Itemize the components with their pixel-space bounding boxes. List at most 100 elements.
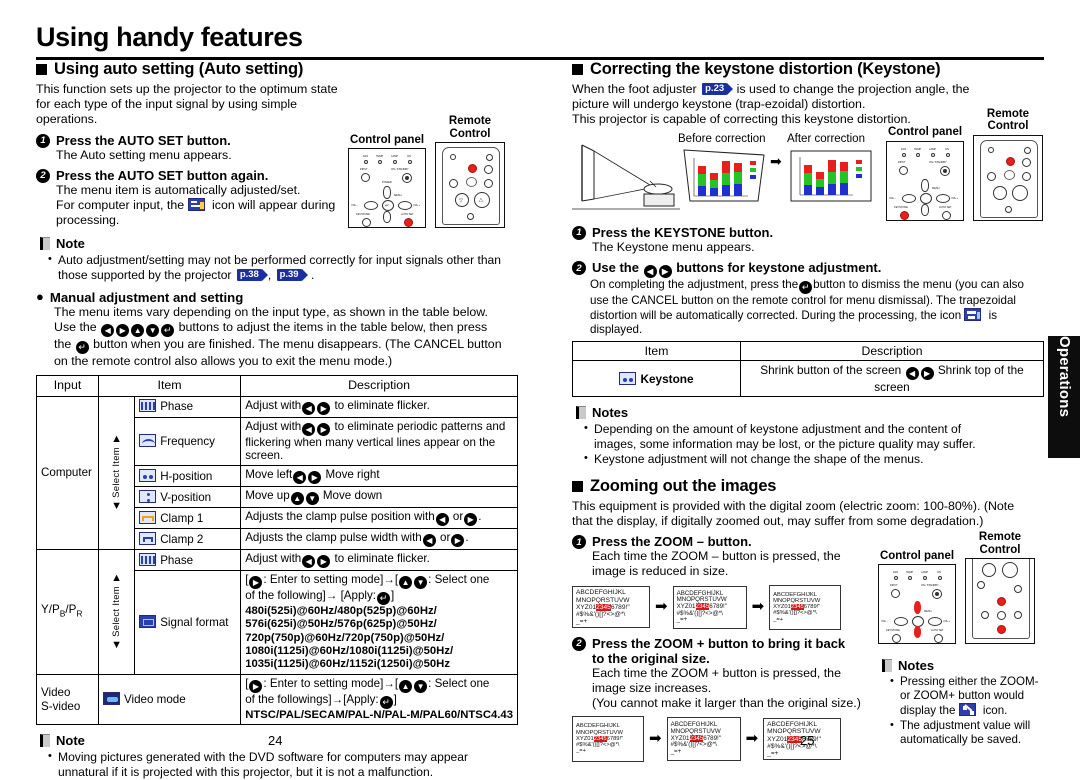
keystone-heading: Correcting the keystone distortion (Keys… [572,60,1044,79]
right-button-icon: ▶ [920,367,934,380]
auto-step-2: 2 Press the AUTO SET button again. [36,168,342,183]
keystone-row-desc: Shrink button of the screen ◀ ▶ Shrink to… [740,360,1044,397]
auto-setting-intro: This function sets up the projector to t… [36,82,338,127]
menu-desc-v-position: Move up ▲ ▼ Move down [240,485,518,508]
control-panel-figure: Control panel FAN TEMP LAMP ON INPUT ON … [878,550,956,645]
left-column: Using auto setting (Auto setting) This f… [36,60,518,780]
select-item-label: Select Item [110,586,122,638]
table-row: Y/PB/PR ▲ Select Item ▼ Phase Adjust wit… [36,548,518,675]
hposition-icon [139,468,157,482]
clamp2-icon [139,531,157,545]
down-triangle-icon: ▼ [111,500,123,513]
manual-adjust-heading: Manual adjustment and setting [49,289,244,305]
note-item: Pressing either the ZOOM- or ZOOM+ butto… [888,674,1044,718]
menu-desc-signal-format: [▶: Enter to setting mode]→[▲ ▼: Select o… [240,569,518,675]
step-number-icon: 1 [572,535,586,550]
keystone-step-1-sub: The Keystone menu appears. [592,239,755,254]
zoom-in-samples: ABCDEFGHIJKL MNOPQRSTUVW XYZ0123456789!"… [572,716,872,762]
note-item: Moving pictures generated with the DVD s… [46,749,518,779]
right-button-icon: ▶ [464,512,478,526]
zoom-step-2-sub: Each time the ZOOM + button is pressed, … [592,665,861,711]
auto-step-1-sub: The Auto setting menu appears. [56,147,232,162]
control-panel-illustration: FAN TEMP LAMP ON INPUT ON / STANDBY POWE… [348,148,426,229]
remote-illustration: ▽ △ [435,142,505,229]
zooming-notes-list: Pressing either the ZOOM- or ZOOM+ butto… [878,674,1044,747]
col-header-item: Item [97,375,242,397]
left-button-icon: ◀ [293,470,307,484]
zoom-sample-box: ABCDEFGHIJKL MNOPQRSTUVW XYZ0123456789!"… [672,585,747,629]
zoom-sample-box: ABCDEFGHIJKL MNOPQRSTUVW XYZ0123456789!"… [666,717,741,761]
left-button-icon: ◀ [435,512,449,526]
up-triangle-icon: ▲ [111,572,123,585]
page-ref-badge[interactable]: p.23 [702,83,734,95]
menu-desc-video-mode: [▶: Enter to setting mode]→[▲ ▼: Select o… [240,673,518,726]
table-header-row: Input Item Description [36,375,518,397]
step-number-icon: 2 [572,636,586,651]
right-button-icon: ▶ [249,575,263,589]
auto-setting-devices: Control panel FAN TEMP LAMP ON INPUT ON … [348,94,505,229]
page-number-left: 24 [268,733,283,748]
zoom-sample-box: ABCDEFGHIJKL MNOPQRSTUVW XYZ0123456789!"… [572,586,650,628]
remote-illustration [973,134,1043,221]
projection-sketch-icon [572,144,680,210]
zoom-sample-box: ABCDEFGHIJKL MNOPQRSTUVW XYZ0123456789!"… [769,584,842,630]
zoom-down-button-highlight [914,626,921,639]
right-button-icon: ▶ [658,265,672,278]
signal-icon [139,615,157,629]
note-item: Auto adjustment/setting may not be perfo… [46,252,518,282]
table-row: Video S-video Video mode [▶: Enter to se… [36,673,518,726]
menu-desc-phase-ypbpr: Adjust with ◀ ▶ to eliminate flicker. [240,548,518,571]
auto-setting-note-heading: Note [40,236,518,251]
manual-adjust-text: The menu items vary depending on the inp… [54,304,502,368]
up-button-icon: ▲ [290,491,304,505]
right-button-icon: ▶ [308,470,322,484]
arrow-right-icon: ➡ [770,152,782,169]
side-tab-operations[interactable]: Operations [1048,336,1080,458]
videomode-icon [103,692,120,706]
down-button-icon: ▼ [146,323,160,337]
keystone-step-2-sub: On completing the adjustment, press the ↵… [590,278,1024,336]
down-triangle-icon: ▼ [111,639,123,652]
zooming-notes-heading: Notes [882,658,1044,673]
auto-setting-note-list: Auto adjustment/setting may not be perfo… [36,252,518,282]
keystone-row-item: Keystone [572,360,741,397]
select-item-label: Select Item [110,447,122,499]
step-number-icon: 2 [36,168,50,183]
arrow-right-icon: ➡ [745,730,759,748]
keystone-icon [619,371,637,385]
keystone-notes-list: Depending on the amount of keystone adju… [572,421,1002,467]
enter-button-icon: ↵ [379,695,393,709]
video-format-list: NTSC/PAL/SECAM/PAL-N/PAL-M/PAL60/NTSC4.4… [245,708,513,721]
keystone-diagram: Before correction ➡ After correction [572,132,882,210]
auto-step-1: 1 Press the AUTO SET button. [36,133,342,148]
page-ref-badge[interactable]: p.38 [236,269,268,282]
chapter-title: Using handy features [36,22,303,52]
page-ref-badge[interactable]: p.39 [276,269,308,282]
before-correction-label: Before correction [678,132,766,145]
zoom-step-1-sub: Each time the ZOOM – button is pressed, … [592,549,841,579]
select-item-control: ▲ Select Item ▼ [97,395,136,550]
zoom-sample-box: ABCDEFGHIJKL MNOPQRSTUVW XYZ0123456789!"… [572,716,644,762]
left-button-icon: ◀ [643,265,657,278]
auto-setting-heading: Using auto setting (Auto setting) [36,60,518,79]
step-number-icon: 1 [572,225,586,240]
after-correction-chart-icon [790,150,872,202]
arrow-right-icon: ➡ [655,598,668,616]
up-triangle-icon: ▲ [111,433,123,446]
control-panel-illustration: FAN TEMP LAMP ON INPUT ON / STANDBY MENU… [886,140,964,221]
note-flag-icon [576,406,586,419]
auto-set-icon [187,198,205,212]
signal-format-list: 480i(525i)@60Hz/480p(525p)@60Hz/ 576i(62… [245,604,454,671]
before-correction-chart-icon [683,149,765,202]
keystone-step-2: 2 Use the ◀ ▶ buttons for keystone adjust… [572,260,1044,278]
dvd-note-list: Moving pictures generated with the DVD s… [36,749,518,779]
left-button-icon: ◀ [302,422,316,436]
menu-item-frequency: Frequency [134,416,242,466]
right-button-icon: ▶ [249,679,263,693]
menu-item-clamp-1: Clamp 1 [134,506,242,529]
remote-illustration [965,558,1035,645]
zooming-devices: Control panel FAN TEMP LAMP ON INPUT ON … [878,531,1044,645]
keystone-notes-heading: Notes [576,405,1044,420]
left-button-icon: ◀ [101,323,115,337]
up-button-icon: ▲ [399,679,413,693]
